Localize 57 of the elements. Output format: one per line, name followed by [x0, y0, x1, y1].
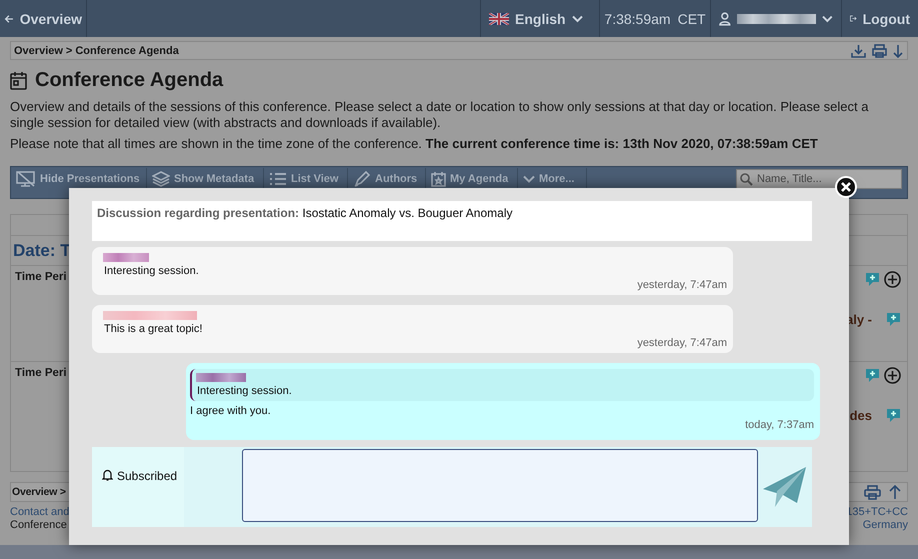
pen-icon — [353, 171, 371, 187]
user-icon — [719, 12, 731, 26]
comment-plus-icon[interactable] — [865, 368, 880, 383]
message-input[interactable] — [242, 449, 758, 522]
subscribed-label[interactable]: Subscribed — [117, 469, 178, 483]
screen-off-icon — [16, 171, 36, 187]
page-description: Overview and details of the sessions of this conference. Please select a date or location to show only sessions at that day or location. Please select a single session for detailed view (with abstracts and downloads if available). — [10, 99, 870, 131]
presentation-title: des — [850, 408, 872, 423]
clock-time: 7:38:59am — [604, 10, 671, 26]
comment-plus-icon[interactable] — [886, 312, 901, 327]
flag-icon — [489, 12, 509, 24]
breadcrumb-current: Conference Agenda — [75, 44, 179, 56]
footer-breadcrumb[interactable]: Overview > — [11, 486, 66, 498]
time-period-label: Time Peri — [14, 366, 68, 381]
add-circle-icon[interactable] — [884, 271, 901, 288]
footer-text[interactable]: Contact and — [10, 506, 70, 519]
layers-icon — [152, 171, 170, 187]
page-title: Conference Agenda — [35, 68, 224, 92]
comment-plus-icon[interactable] — [865, 272, 880, 287]
quote-text: Interesting session. — [197, 385, 293, 397]
logout-button[interactable]: Logout — [841, 0, 918, 37]
list-icon — [269, 172, 287, 186]
time-zone-note: Please note that all times are shown in the time zone of the conference. The current conference time is: 13th Nov 2020, 07:38:59am CET — [10, 136, 819, 152]
back-link[interactable]: Overview — [0, 0, 87, 37]
print-icon — [864, 484, 881, 500]
breadcrumb-link[interactable]: Overview — [11, 44, 63, 56]
calendar-star-icon — [431, 171, 446, 187]
time-period-label: Time Peri — [14, 270, 68, 285]
timezone-label: CET — [678, 10, 706, 26]
search-icon — [740, 173, 753, 186]
print-icon — [872, 44, 887, 58]
message-text: This is a great topic! — [104, 323, 204, 335]
comment-plus-icon[interactable] — [886, 408, 901, 423]
download-icon — [851, 44, 866, 58]
chevron-down-icon — [572, 14, 583, 22]
chevron-down-icon — [523, 175, 535, 183]
send-icon[interactable] — [763, 467, 807, 507]
message-time: yesterday, 7:47am — [637, 337, 727, 349]
message-time: today, 7:37am — [745, 419, 814, 431]
redacted-name — [103, 253, 149, 262]
arrow-down-icon — [893, 44, 903, 58]
bell-icon — [102, 469, 113, 481]
message-text: I agree with you. — [190, 405, 272, 417]
footer-text: 135+TC+CC — [846, 506, 908, 519]
redacted-name — [196, 373, 246, 382]
calendar-icon — [10, 70, 27, 90]
chevron-down-icon — [822, 14, 833, 22]
message-text: Interesting session. — [104, 265, 200, 277]
arrow-left-icon — [4, 12, 14, 24]
message-time: yesterday, 7:47am — [637, 279, 727, 291]
language-selector[interactable]: English — [480, 0, 599, 37]
arrow-up-icon — [889, 484, 901, 500]
breadcrumb-separator: > — [64, 44, 74, 56]
discussion-heading: Discussion regarding presentation: Isostatic Anomaly vs. Bouguer Anomaly — [92, 201, 812, 241]
footer-text: Germany — [862, 519, 908, 532]
footer-text: Conference — [10, 519, 68, 532]
add-circle-icon[interactable] — [884, 367, 901, 384]
